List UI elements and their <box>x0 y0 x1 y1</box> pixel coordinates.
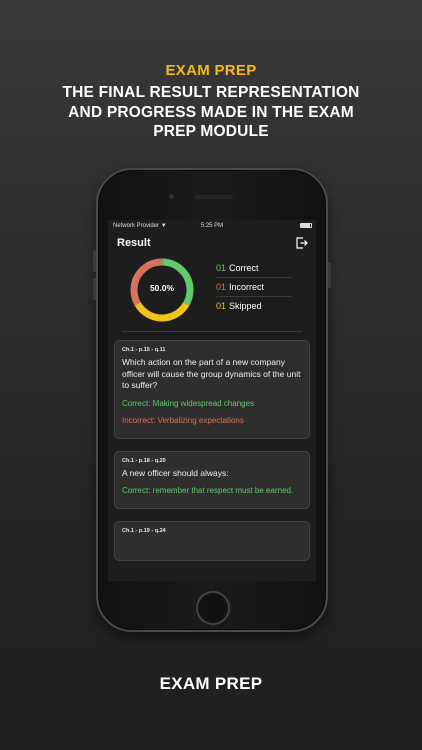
score-percent: 50.0% <box>149 283 175 293</box>
legend-skipped: 01 Skipped <box>216 297 292 315</box>
summary-divider <box>122 331 302 332</box>
tagline: THE FINAL RESULT REPRESENTATION AND PROG… <box>0 83 422 142</box>
question-card[interactable]: Ch.1 - p.19 - q.24 <box>114 521 310 561</box>
brand-title: EXAM PREP <box>165 62 257 79</box>
status-bar: Network Provider ▼ 5:25 PM <box>108 220 316 232</box>
question-text: A new officer should always: <box>122 467 229 478</box>
correct-answer: Correct: Making widespread changes <box>122 398 255 408</box>
question-reference: Ch.1 - p.18 - q.20 <box>122 457 166 464</box>
legend-incorrect: 01 Incorrect <box>216 278 292 297</box>
correct-answer: Correct: remember that respect must be e… <box>122 486 294 495</box>
home-button[interactable] <box>196 591 230 625</box>
tagline-line: THE FINAL RESULT REPRESENTATION <box>62 84 360 101</box>
question-reference: Ch.1 - p.19 - q.24 <box>122 528 166 534</box>
exit-icon[interactable] <box>296 237 308 249</box>
volume-button <box>93 278 96 300</box>
question-reference: Ch.1 - p.15 - q.11 <box>122 347 166 353</box>
clock: 5:25 PM <box>200 223 224 229</box>
question-card[interactable]: Ch.1 - p.15 - q.11 Which action on the p… <box>114 340 310 439</box>
incorrect-answer: Incorrect: Verbalizing expectations <box>122 415 244 425</box>
headline: EXAM PREP THE FINAL RESULT REPRESENTATIO… <box>0 62 422 142</box>
legend-label: Skipped <box>229 301 262 311</box>
phone-frame: Network Provider ▼ 5:25 PM Result 50.0% … <box>93 168 331 632</box>
question-list[interactable]: Ch.1 - p.15 - q.11 Which action on the p… <box>108 340 316 561</box>
footer-title: EXAM PREP <box>159 674 263 693</box>
phone-screen: Network Provider ▼ 5:25 PM Result 50.0% … <box>108 220 316 581</box>
page-title: Result <box>117 237 151 249</box>
question-text: Which action on the part of a new compan… <box>122 357 301 390</box>
top-bar: Result <box>108 232 316 252</box>
result-summary: 50.0% 01 Correct 01 Incorrect 01 Skipped <box>108 252 316 340</box>
tagline-line: AND PROGRESS MADE IN THE EXAM <box>68 103 354 121</box>
speaker-grille <box>195 195 233 199</box>
legend-count: 01 <box>216 263 227 273</box>
volume-button <box>93 250 96 272</box>
legend-correct: 01 Correct <box>216 259 292 278</box>
tagline-line: PREP MODULE <box>153 123 269 140</box>
question-card[interactable]: Ch.1 - p.18 - q.20 A new officer should … <box>114 450 310 509</box>
camera-dot <box>169 194 174 199</box>
legend-count: 01 <box>216 301 227 311</box>
legend-count: 01 <box>216 282 227 292</box>
result-legend: 01 Correct 01 Incorrect 01 Skipped <box>216 259 292 315</box>
battery-icon <box>300 223 312 228</box>
power-button <box>328 262 331 288</box>
legend-label: Incorrect <box>229 282 265 292</box>
legend-label: Correct <box>229 263 259 273</box>
